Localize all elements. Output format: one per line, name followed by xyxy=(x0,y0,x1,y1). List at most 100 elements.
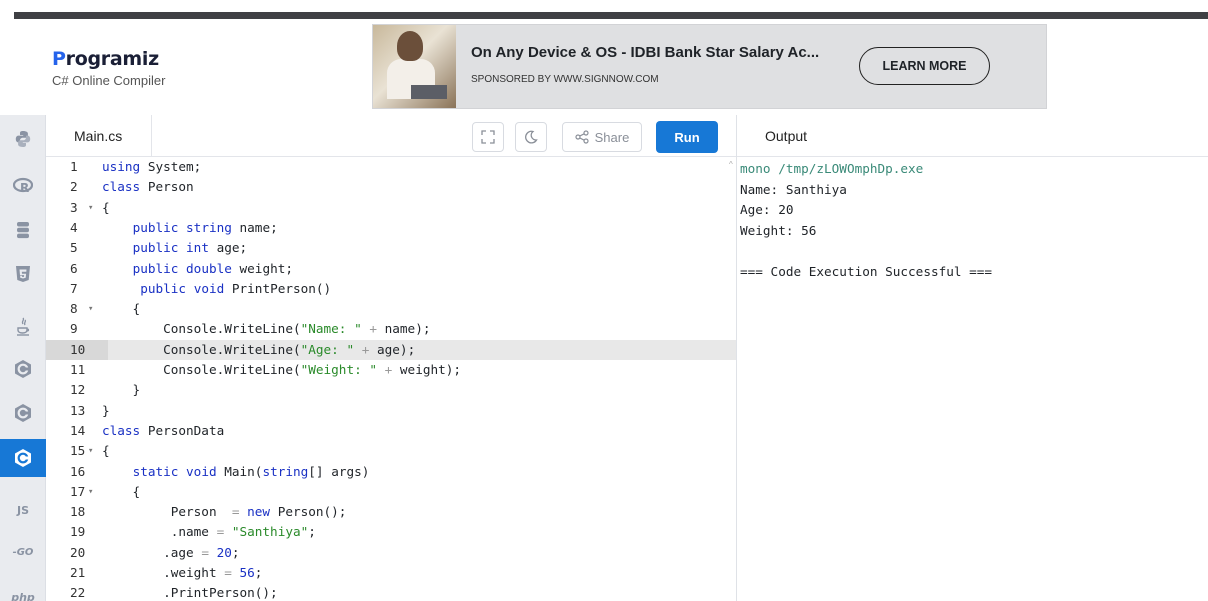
output-console: mono /tmp/zLOWOmphDp.exe Name: Santhiya Ag… xyxy=(740,159,1208,282)
output-command: mono /tmp/zLOWOmphDp.exe xyxy=(740,161,924,176)
sidebar-item-php[interactable]: php xyxy=(0,578,46,601)
fold-toggle-icon[interactable]: ▾ xyxy=(88,299,93,319)
js-icon: JS xyxy=(16,503,29,517)
fold-toggle-icon[interactable]: ▾ xyxy=(88,441,93,461)
code-text: Console.WriteLine("Age: " + age); xyxy=(102,341,416,357)
line-number: 17 xyxy=(70,483,86,499)
line-number: 12 xyxy=(70,382,86,398)
sidebar-item-c[interactable] xyxy=(0,350,46,388)
learn-more-button[interactable]: LEARN MORE xyxy=(859,47,990,85)
panel-divider[interactable] xyxy=(736,115,737,601)
fullscreen-button[interactable] xyxy=(472,122,504,152)
dark-mode-button[interactable] xyxy=(515,122,547,152)
code-line[interactable]: 13} xyxy=(46,401,736,421)
code-line[interactable]: 14 class PersonData xyxy=(46,421,736,441)
php-icon: php xyxy=(11,590,35,601)
code-line[interactable]: 11 Console.WriteLine("Weight: " + weight… xyxy=(46,360,736,380)
line-number: 11 xyxy=(70,362,86,377)
code-text: public double weight; xyxy=(132,260,293,276)
sidebar-item-java[interactable] xyxy=(0,308,46,346)
code-line[interactable]: 7 public void PrintPerson() xyxy=(46,279,736,299)
code-line[interactable]: 19 .name = "Santhiya"; xyxy=(46,522,736,542)
code-line[interactable]: 10 Console.WriteLine("Age: " + age); xyxy=(46,339,736,360)
code-text: { xyxy=(102,199,110,215)
csharp-icon xyxy=(15,449,31,467)
line-number: 16 xyxy=(70,463,86,479)
code-text: public int age; xyxy=(132,240,248,256)
sidebar-item-sql[interactable] xyxy=(0,211,46,249)
page-subtitle: C# Online Compiler xyxy=(52,73,166,88)
fold-toggle-icon[interactable]: ▾ xyxy=(88,482,93,502)
ad-sponsor: SPONSORED BY WWW.SIGNNOW.COM xyxy=(471,74,659,85)
code-text: } xyxy=(102,402,110,418)
sidebar-item-go[interactable]: -GO xyxy=(0,533,46,571)
ad-banner[interactable]: On Any Device & OS - IDBI Bank Star Sala… xyxy=(372,24,1047,109)
code-line[interactable]: 9 Console.WriteLine("Name: " + name); xyxy=(46,319,736,339)
line-number: 8 xyxy=(70,301,78,317)
tab-main-cs[interactable]: Main.cs xyxy=(60,115,152,157)
r-icon: R xyxy=(13,177,33,195)
line-number: 1 xyxy=(70,159,78,174)
python-icon xyxy=(15,131,31,147)
code-text: using System; xyxy=(102,159,202,174)
brand-initial: P xyxy=(52,48,66,70)
cpp-icon xyxy=(15,404,31,422)
fold-toggle-icon[interactable]: ▾ xyxy=(88,198,93,218)
output-header: Output xyxy=(737,115,1208,157)
code-line[interactable]: 18 Person = new Person(); xyxy=(46,502,736,522)
scroll-indicator[interactable]: ^ xyxy=(729,160,733,169)
code-line[interactable]: 8 ▾ { xyxy=(46,299,736,319)
code-line[interactable]: 12 } xyxy=(46,380,736,400)
svg-text:R: R xyxy=(20,181,29,195)
code-line[interactable]: 22 .PrintPerson(); xyxy=(46,583,736,601)
line-number: 19 xyxy=(70,524,86,540)
code-line[interactable]: 17 ▾ { xyxy=(46,482,736,502)
c-icon xyxy=(15,360,31,378)
code-text: { xyxy=(102,483,141,499)
code-text: public string name; xyxy=(132,219,278,235)
sidebar-item-r[interactable]: R xyxy=(0,167,46,205)
code-line[interactable]: 1 using System; xyxy=(46,157,736,177)
line-number: 15 xyxy=(70,443,86,459)
code-text: class PersonData xyxy=(102,422,225,438)
ad-title[interactable]: On Any Device & OS - IDBI Bank Star Sala… xyxy=(471,44,819,61)
code-text: { xyxy=(102,443,110,459)
code-editor[interactable]: 1 using System; 2 class Person 3 ▾ {4 public s… xyxy=(46,157,736,601)
line-number: 2 xyxy=(70,179,78,195)
code-line[interactable]: 6 public double weight; xyxy=(46,259,736,279)
code-line[interactable]: 5 public int age; xyxy=(46,238,736,258)
html5-icon xyxy=(16,266,30,282)
code-text: .weight = 56; xyxy=(102,565,263,580)
brand[interactable]: Programiz C# Online Compiler xyxy=(52,48,165,88)
code-line[interactable]: 15 ▾ { xyxy=(46,441,736,461)
ad-image[interactable] xyxy=(373,25,456,108)
brand-logo[interactable]: Programiz xyxy=(52,48,165,70)
run-button[interactable]: Run xyxy=(656,121,718,153)
code-line[interactable]: 21 .weight = 56; xyxy=(46,563,736,583)
line-number: 20 xyxy=(70,544,86,560)
sidebar-item-python[interactable] xyxy=(0,120,46,158)
code-line[interactable]: 2 class Person xyxy=(46,177,736,197)
code-text: static void Main(string[] args) xyxy=(132,463,370,479)
code-line[interactable]: 3 ▾ { xyxy=(46,198,736,218)
line-number: 10 xyxy=(46,339,108,360)
sidebar-item-csharp[interactable] xyxy=(0,439,46,477)
code-line[interactable]: 16 static void Main(string[] args) xyxy=(46,462,736,482)
share-button[interactable]: Share xyxy=(562,122,642,152)
line-number: 6 xyxy=(70,260,78,276)
code-text: Person = new Person(); xyxy=(102,504,347,520)
sidebar-item-javascript[interactable]: JS xyxy=(0,491,46,529)
code-line[interactable]: 4 public string name; xyxy=(46,218,736,238)
sidebar-item-cpp[interactable] xyxy=(0,394,46,432)
code-line[interactable]: 20 .age = 20; xyxy=(46,543,736,563)
share-icon xyxy=(575,130,589,144)
editor-toolbar: Main.cs Share Run xyxy=(46,115,736,157)
line-number: 13 xyxy=(70,402,86,418)
code-text: { xyxy=(102,301,141,317)
line-number: 4 xyxy=(70,219,78,235)
browser-top-bar xyxy=(0,0,1208,19)
code-text: public void PrintPerson() xyxy=(140,280,332,296)
output-line: Name: Santhiya xyxy=(740,181,847,197)
sidebar-item-html[interactable] xyxy=(0,255,46,293)
